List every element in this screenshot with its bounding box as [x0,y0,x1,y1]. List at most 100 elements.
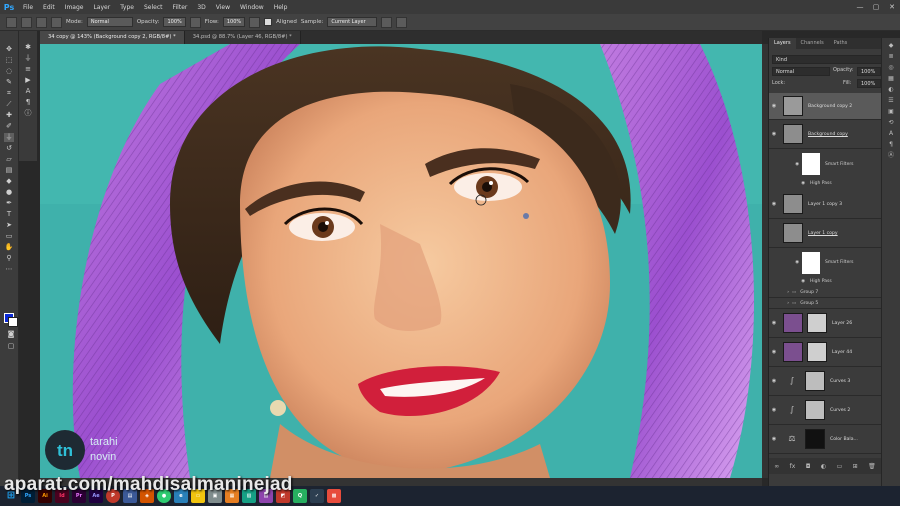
properties-panel-icon[interactable]: ☰ [886,97,896,105]
3d-panel-icon[interactable]: ◆ [886,42,896,50]
type-tool-icon[interactable]: T [4,210,14,219]
history-panel-icon[interactable]: ≡ [23,65,33,74]
swatches-panel-icon[interactable]: ▦ [886,75,896,83]
menu-file[interactable]: File [18,4,38,11]
blend-mode-select[interactable]: Normal [772,67,830,76]
sample-select[interactable]: Current Layer [327,17,378,27]
clone-stamp-tool-icon[interactable]: ⏚ [4,133,14,142]
info-panel-icon[interactable]: ⓘ [23,109,33,118]
mode-select[interactable]: Normal [86,17,133,27]
tab-document-1[interactable]: 34 copy @ 143% (Background copy 2, RGB/8… [40,31,185,44]
brush-panel-icon[interactable] [36,16,47,28]
visibility-eye-icon[interactable]: ◉ [769,131,779,137]
group-row-5[interactable]: › ▭ Group 5 [769,298,881,309]
clone-source-icon[interactable] [51,16,62,28]
quick-select-tool-icon[interactable]: ✎ [4,78,14,87]
channels-panel-icon[interactable]: ◎ [886,64,896,72]
menu-edit[interactable]: Edit [38,4,60,11]
layer-row-curves-2[interactable]: ◉ ∫ Curves 2 [769,396,881,425]
menu-image[interactable]: Image [60,4,89,11]
visibility-eye-icon[interactable]: ◉ [769,260,799,265]
tab-paths[interactable]: Paths [829,38,853,49]
menu-window[interactable]: Window [235,4,269,11]
brush-tool-icon[interactable]: ✐ [4,122,14,131]
menu-layer[interactable]: Layer [88,4,115,11]
shape-tool-icon[interactable]: ▭ [4,232,14,241]
layer-row-color-balance[interactable]: ◉ ⚖ Color Bala... [769,425,881,454]
hand-tool-icon[interactable]: ✋ [4,243,14,252]
clone-source-panel-icon[interactable]: ⏚ [23,54,33,63]
smart-filters-row[interactable]: ◉ Smart Filters [769,150,881,178]
visibility-eye-icon[interactable]: ◉ [769,279,805,284]
eyedropper-tool-icon[interactable]: ⟋ [4,100,14,109]
group-chevron-icon[interactable]: › [769,290,789,295]
high-pass-row[interactable]: ◉ High Pass [769,179,881,188]
dodge-tool-icon[interactable]: ● [4,188,14,197]
high-pass-row-2[interactable]: ◉ High Pass [769,277,881,286]
layer-row-layer-26[interactable]: ◉ Layer 26 [769,309,881,338]
visibility-eye-icon[interactable]: ◉ [769,162,799,167]
edit-toolbar-icon[interactable]: ⋯ [4,265,14,274]
smart-filters-row-2[interactable]: ◉ Smart Filters [769,249,881,276]
actions-panel-icon[interactable]: ▶ [23,76,33,85]
airbrush-icon[interactable] [249,16,261,28]
visibility-eye-icon[interactable]: ◉ [769,103,779,109]
pressure-size-icon[interactable] [396,16,408,28]
adjustments-panel-icon[interactable]: ◐ [886,86,896,94]
crop-tool-icon[interactable]: ⌗ [4,89,14,98]
visibility-eye-icon[interactable]: ◉ [769,181,805,186]
blur-tool-icon[interactable]: ◆ [4,177,14,186]
brush-preset-icon[interactable] [21,16,32,28]
history-icon[interactable]: ⟲ [886,119,896,127]
lasso-tool-icon[interactable]: ◌ [4,67,14,76]
menu-3d[interactable]: 3D [192,4,210,11]
quick-mask-icon[interactable]: ◙ [6,330,16,339]
layers-panel-icon[interactable]: ≣ [886,53,896,61]
glyphs-icon[interactable]: Ⓐ [886,152,896,160]
adjustment-layer-icon[interactable]: ◐ [821,463,826,470]
layer-row-curves-3[interactable]: ◉ ∫ Curves 3 [769,367,881,396]
visibility-eye-icon[interactable]: ◉ [769,201,779,207]
menu-filter[interactable]: Filter [168,4,193,11]
menu-type[interactable]: Type [115,4,139,11]
aligned-checkbox[interactable] [264,18,273,26]
stamp-tool-icon[interactable] [6,16,17,28]
ignore-adjustment-icon[interactable] [381,16,393,28]
layer-row-layer-1-copy-3[interactable]: ◉ Layer 1 copy 3 [769,190,881,219]
pressure-opacity-icon[interactable] [189,16,201,28]
layer-style-icon[interactable]: fx [790,463,796,470]
layer-row-layer-1-copy[interactable]: Layer 1 copy [769,219,881,248]
layer-row-background-copy-2[interactable]: ◉ Background copy 2 [769,93,881,120]
minimize-button[interactable]: — [852,0,868,14]
maximize-button[interactable]: ▢ [868,0,884,14]
visibility-eye-icon[interactable]: ◉ [769,436,779,442]
pen-tool-icon[interactable]: ✒ [4,199,14,208]
document-canvas[interactable] [40,44,762,478]
layer-opacity-input[interactable]: 100% [857,67,881,76]
tab-document-2[interactable]: 34.psd @ 88.7% (Layer 46, RGB/8#) * [184,31,301,44]
opacity-input[interactable]: 100% [163,17,186,27]
zoom-tool-icon[interactable]: ⚲ [4,254,14,263]
new-layer-icon[interactable]: ⊞ [853,463,858,470]
gradient-tool-icon[interactable]: ▤ [4,166,14,175]
menu-help[interactable]: Help [269,4,293,11]
menu-view[interactable]: View [211,4,235,11]
new-group-icon[interactable]: ▭ [837,463,843,470]
tab-layers[interactable]: Layers [769,38,796,49]
flow-input[interactable]: 100% [222,17,246,27]
visibility-eye-icon[interactable]: ◉ [769,407,779,413]
move-tool-icon[interactable]: ✥ [4,45,14,54]
fill-input[interactable]: 100% [857,79,881,88]
screen-mode-icon[interactable]: ▢ [6,342,16,351]
tab-channels[interactable]: Channels [796,38,829,49]
marquee-tool-icon[interactable]: ⬚ [4,56,14,65]
brush-settings-icon[interactable]: ✱ [23,43,33,52]
paragraph-icon[interactable]: ¶ [886,141,896,149]
healing-tool-icon[interactable]: ✚ [4,111,14,120]
menu-select[interactable]: Select [139,4,168,11]
taskbar-app-icon-7[interactable]: ✓ [310,489,324,503]
styles-panel-icon[interactable]: ▣ [886,108,896,116]
visibility-eye-icon[interactable]: ◉ [769,378,779,384]
history-brush-tool-icon[interactable]: ↺ [4,144,14,153]
taskbar-app-icon-6[interactable]: Q [293,489,307,503]
